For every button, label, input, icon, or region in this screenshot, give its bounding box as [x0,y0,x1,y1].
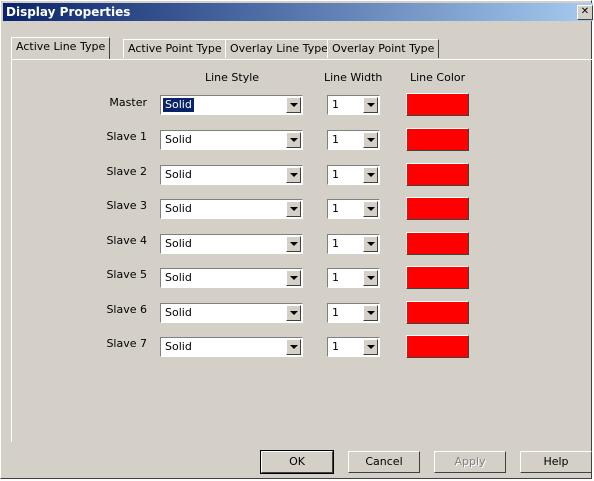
row-label-slave-4: Slave 4 [106,234,147,247]
line-color-swatch-slave-6[interactable] [406,301,469,324]
line-style-select-slave-7[interactable]: Solid [160,337,303,357]
row-label-slave-1: Slave 1 [106,130,147,143]
line-width-select-slave-5[interactable]: 1 [327,268,380,288]
chevron-down-icon[interactable] [286,339,301,355]
line-width-value: 1 [332,98,339,111]
line-width-value: 1 [332,340,339,353]
display-properties-dialog: Display Properties ✕ Active Line Type Ac… [0,0,594,479]
row-label-slave-6: Slave 6 [106,303,147,316]
line-width-select-slave-1[interactable]: 1 [327,130,380,150]
line-width-select-slave-4[interactable]: 1 [327,234,380,254]
title-bar: Display Properties ✕ [3,3,593,21]
line-width-value: 1 [332,271,339,284]
chevron-down-icon[interactable] [363,132,378,148]
row-label-slave-2: Slave 2 [106,165,147,178]
line-color-swatch-slave-7[interactable] [406,335,469,358]
chevron-down-icon[interactable] [286,132,301,148]
line-color-swatch-slave-3[interactable] [406,197,469,220]
window-title: Display Properties [6,5,131,19]
chevron-down-icon[interactable] [286,305,301,321]
chevron-down-icon[interactable] [286,270,301,286]
line-style-value: Solid [165,237,192,250]
line-style-select-slave-3[interactable]: Solid [160,199,303,219]
line-style-header: Line Style [205,71,260,84]
line-width-select-slave-3[interactable]: 1 [327,199,380,219]
line-color-swatch-slave-5[interactable] [406,266,469,289]
chevron-down-icon[interactable] [286,97,301,113]
tab-active-point-type[interactable]: Active Point Type [123,39,227,58]
line-style-select-master[interactable]: Solid [160,95,303,115]
line-width-select-slave-7[interactable]: 1 [327,337,380,357]
line-style-value: Solid [165,271,192,284]
line-style-select-slave-4[interactable]: Solid [160,234,303,254]
line-width-value: 1 [332,237,339,250]
line-color-header: Line Color [410,71,466,84]
apply-button[interactable]: Apply [434,451,506,473]
line-width-select-slave-2[interactable]: 1 [327,165,380,185]
chevron-down-icon[interactable] [286,236,301,252]
row-label-slave-5: Slave 5 [106,268,147,281]
line-style-value: Solid [165,306,192,319]
line-width-value: 1 [332,133,339,146]
line-color-swatch-slave-2[interactable] [406,163,469,186]
line-width-value: 1 [332,202,339,215]
line-width-value: 1 [332,306,339,319]
chevron-down-icon[interactable] [363,270,378,286]
ok-button[interactable]: OK [260,450,334,474]
line-style-value: Solid [165,202,192,215]
line-style-value: Solid [162,97,195,113]
line-style-select-slave-6[interactable]: Solid [160,303,303,323]
tab-active-line-type[interactable]: Active Line Type [11,37,111,59]
tab-overlay-point-type[interactable]: Overlay Point Type [327,39,440,58]
line-width-select-master[interactable]: 1 [327,95,380,115]
line-style-select-slave-5[interactable]: Solid [160,268,303,288]
line-color-swatch-slave-4[interactable] [406,232,469,255]
row-label-master: Master [109,96,147,109]
chevron-down-icon[interactable] [286,167,301,183]
line-style-value: Solid [165,168,192,181]
chevron-down-icon[interactable] [286,201,301,217]
close-icon[interactable]: ✕ [577,5,593,20]
chevron-down-icon[interactable] [363,236,378,252]
help-button[interactable]: Help [520,451,592,473]
line-width-value: 1 [332,168,339,181]
line-style-select-slave-1[interactable]: Solid [160,130,303,150]
line-style-select-slave-2[interactable]: Solid [160,165,303,185]
line-width-header: Line Width [324,71,383,84]
line-width-select-slave-6[interactable]: 1 [327,303,380,323]
row-label-slave-7: Slave 7 [106,337,147,350]
chevron-down-icon[interactable] [363,201,378,217]
chevron-down-icon[interactable] [363,167,378,183]
line-color-swatch-slave-1[interactable] [406,128,469,151]
row-label-slave-3: Slave 3 [106,199,147,212]
line-style-value: Solid [165,340,192,353]
chevron-down-icon[interactable] [363,97,378,113]
chevron-down-icon[interactable] [363,339,378,355]
cancel-button[interactable]: Cancel [348,451,420,473]
tab-overlay-line-type[interactable]: Overlay Line Type [225,39,333,58]
line-color-swatch-master[interactable] [406,93,469,116]
line-style-value: Solid [165,133,192,146]
chevron-down-icon[interactable] [363,305,378,321]
